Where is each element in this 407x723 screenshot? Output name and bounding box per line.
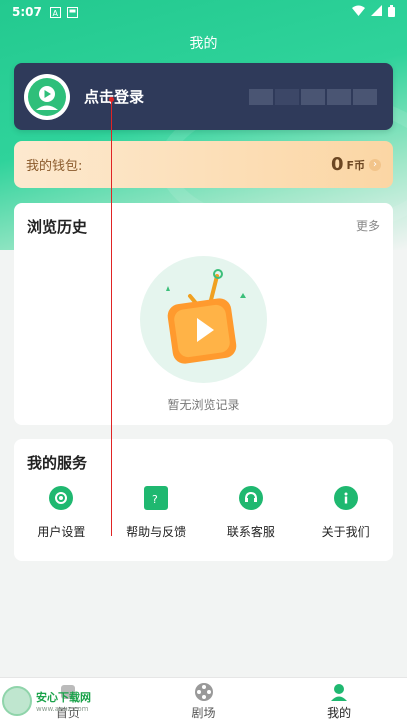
service-help-feedback[interactable]: ? 帮助与反馈 [109, 486, 204, 540]
service-about-us[interactable]: 关于我们 [298, 486, 393, 540]
avatar[interactable] [24, 73, 70, 120]
info-icon [333, 486, 358, 510]
login-card[interactable]: 点击登录 [14, 63, 393, 130]
services-card: 我的服务 用户设置 ? 帮助与反馈 联系客服 关于我们 [14, 439, 393, 561]
wallet-label: 我的钱包: [26, 159, 83, 174]
wifi-icon [352, 5, 365, 19]
user-id-mosaic [249, 88, 377, 105]
profile-icon [331, 684, 348, 701]
signal-icon [371, 5, 382, 19]
tv-illustration-icon [140, 256, 267, 383]
login-link[interactable]: 点击登录 [84, 86, 144, 107]
headset-icon [238, 486, 263, 510]
status-time: 5:07 [12, 5, 42, 19]
history-card: 浏览历史 更多 暂无浏览记录 [14, 203, 393, 425]
avatar-icon [28, 77, 66, 116]
watermark: 安心下载网 www.anxz.com [2, 686, 91, 716]
service-label: 用户设置 [37, 525, 86, 539]
history-more-link[interactable]: 更多 [356, 217, 380, 234]
tab-label: 我的 [327, 706, 352, 720]
service-contact-support[interactable]: 联系客服 [204, 486, 299, 540]
watermark-title: 安心下载网 [36, 691, 91, 704]
settings-icon [49, 486, 74, 510]
history-empty-text: 暂无浏览记录 [167, 398, 240, 412]
battery-icon [388, 4, 395, 20]
tab-mine[interactable]: 我的 [271, 678, 407, 723]
status-bar: 5:07 A [0, 0, 407, 24]
watermark-logo-icon [2, 686, 32, 716]
history-title: 浏览历史 [27, 218, 88, 236]
service-label: 帮助与反馈 [126, 525, 187, 539]
notification-icon [66, 6, 78, 18]
wallet-unit: F币 [346, 158, 365, 172]
services-title: 我的服务 [27, 454, 88, 472]
svg-text:?: ? [152, 493, 158, 505]
tab-theater[interactable]: 剧场 [136, 678, 272, 723]
svg-text:A: A [52, 9, 58, 18]
service-label: 关于我们 [321, 525, 370, 539]
chevron-right-icon[interactable]: › [369, 158, 381, 171]
wallet-card[interactable]: 我的钱包: 0 F币 › [14, 141, 393, 188]
services-row: 用户设置 ? 帮助与反馈 联系客服 关于我们 [14, 486, 393, 540]
watermark-url: www.anxz.com [36, 705, 89, 713]
touch-trace-line [111, 100, 112, 536]
service-user-settings[interactable]: 用户设置 [14, 486, 109, 540]
help-icon: ? [144, 486, 169, 510]
page-title: 我的 [189, 36, 218, 52]
service-label: 联系客服 [226, 525, 275, 539]
wallet-amount: 0 [330, 154, 344, 175]
notification-icon: A [49, 6, 61, 18]
tab-label: 剧场 [191, 706, 216, 720]
film-reel-icon [194, 683, 213, 701]
